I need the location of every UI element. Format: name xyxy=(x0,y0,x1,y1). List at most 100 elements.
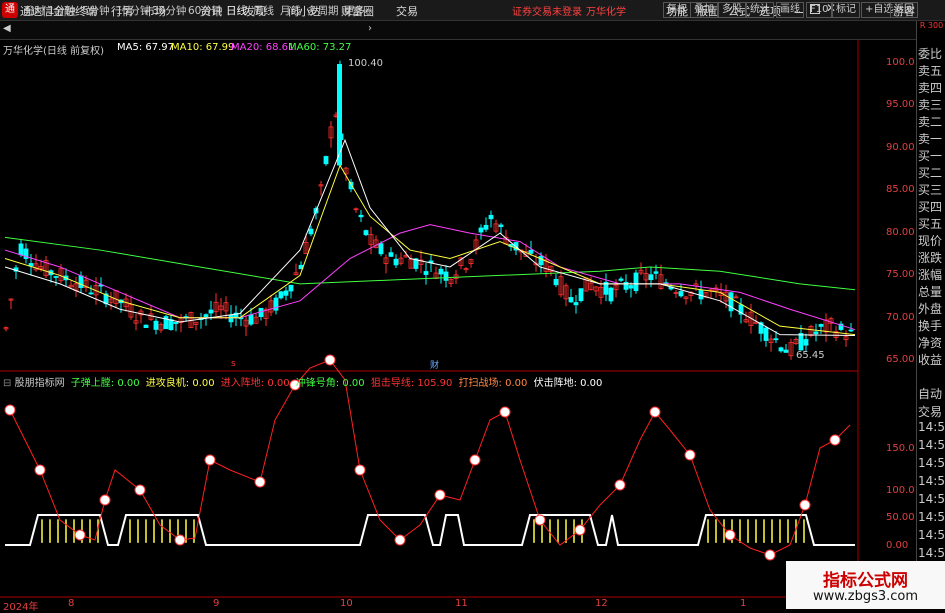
period-15min[interactable]: 15分钟 xyxy=(116,3,150,18)
stats-button[interactable]: 统计 xyxy=(746,2,774,18)
plus-marker xyxy=(254,476,266,488)
price-tick: 70.00 xyxy=(886,312,915,323)
candle-body xyxy=(778,347,784,352)
plus-marker xyxy=(799,499,811,511)
candle-body xyxy=(568,297,574,303)
period-5min[interactable]: 5分钟 xyxy=(82,3,110,18)
plus-marker xyxy=(684,449,696,461)
plus-marker xyxy=(354,464,366,476)
date-label: 12 xyxy=(595,598,608,609)
candle-body xyxy=(698,289,704,300)
adjust-button[interactable]: 复权 xyxy=(663,2,691,18)
overlay-button[interactable]: 叠加 xyxy=(690,2,718,18)
period-intraday[interactable]: 分时 xyxy=(24,3,45,18)
candle-body xyxy=(478,227,484,233)
candle-body xyxy=(53,276,59,278)
indicator-tick: 50.00 xyxy=(886,512,915,523)
candle-body xyxy=(763,327,769,341)
indicator-name[interactable]: 股朋指标网 xyxy=(15,378,65,389)
candle-body xyxy=(153,320,159,330)
indicator-tick: 0.00 xyxy=(886,540,909,551)
candle-body xyxy=(18,243,24,256)
period-more[interactable]: 更多 xyxy=(344,3,365,18)
period-weekly[interactable]: 周线 xyxy=(253,3,274,18)
candle-body xyxy=(798,333,804,351)
back-arrow-icon[interactable]: ◀ xyxy=(3,23,11,34)
candle-body xyxy=(498,224,504,227)
candle-body xyxy=(783,349,789,353)
panel-time: 14:56 xyxy=(918,510,945,524)
period-1min[interactable]: 1分钟 xyxy=(48,3,76,18)
candle-body xyxy=(618,278,624,281)
period-30min[interactable]: 30分钟 xyxy=(152,3,186,18)
mark-button[interactable]: 标记 xyxy=(832,2,860,18)
panel-time: 14:56 xyxy=(918,492,945,506)
login-status[interactable]: 证券交易未登录 xyxy=(512,3,582,18)
candle-body xyxy=(173,321,179,324)
period-monthly[interactable]: 月线 xyxy=(280,3,301,18)
panel-time: 14:56 xyxy=(918,420,945,434)
indicator-item-2: 进攻良机: 0.00 xyxy=(145,378,215,389)
candle-body xyxy=(363,230,369,236)
panel-label: 交易 xyxy=(918,405,943,419)
panel-label: 涨幅 xyxy=(918,268,943,282)
panel-label: 换手 xyxy=(918,319,943,333)
plus-marker xyxy=(394,534,406,546)
candle-body xyxy=(803,339,809,346)
multi-stock-button[interactable]: 多股 xyxy=(718,2,746,18)
app-logo-icon: 通 xyxy=(2,2,18,18)
panel-time: 14:56 xyxy=(918,456,945,470)
panel-time: 14:56 xyxy=(918,528,945,542)
period-daily[interactable]: 日线 xyxy=(226,3,247,18)
event-marker-finance[interactable]: 财 xyxy=(430,358,439,371)
indicator-item-1: 子弹上膛: 0.00 xyxy=(70,378,140,389)
settings-icon[interactable]: ⊟ xyxy=(3,378,11,389)
indicator-header: ⊟ 股朋指标网 子弹上膛: 0.00 进攻良机: 0.00 进入阵地: 0.00… xyxy=(3,374,602,389)
panel-label: 买三 xyxy=(918,183,943,197)
panel-badge: R 300 xyxy=(919,21,944,30)
draw-button[interactable]: 画线 xyxy=(776,2,804,18)
chart-canvas[interactable] xyxy=(0,40,916,610)
plus-marker xyxy=(174,534,186,546)
plus-marker xyxy=(469,454,481,466)
panel-label: 收益 xyxy=(918,353,943,367)
candle-body xyxy=(423,271,429,275)
candle-body xyxy=(288,284,294,292)
candle-body xyxy=(323,156,329,165)
candle-body xyxy=(388,252,394,257)
ma60-line xyxy=(4,236,856,291)
candle-body xyxy=(573,302,579,306)
plus-marker xyxy=(34,464,46,476)
chevron-right-icon[interactable]: › xyxy=(368,23,372,34)
candle-body xyxy=(248,314,254,325)
menu-item-trade[interactable]: 交易 xyxy=(396,3,418,19)
period-multi[interactable]: 多周期 xyxy=(307,3,339,18)
candle-body xyxy=(283,290,289,296)
candle-body xyxy=(528,249,534,254)
low-price-label: 65.45 xyxy=(796,350,825,361)
event-marker-s[interactable]: s xyxy=(231,359,236,369)
period-toolbar xyxy=(0,21,916,40)
plus-marker xyxy=(324,354,336,366)
date-label: 10 xyxy=(340,598,353,609)
candle-body xyxy=(308,228,314,235)
panel-label: 总量 xyxy=(918,285,943,299)
plus-marker xyxy=(74,529,86,541)
return-button[interactable]: 返回 xyxy=(890,2,918,18)
panel-label: 买二 xyxy=(918,166,943,180)
date-label: 8 xyxy=(68,598,75,609)
panel-time: 14:56 xyxy=(918,474,945,488)
price-tick: 90.00 xyxy=(886,142,915,153)
f10-button[interactable]: F10 xyxy=(806,2,833,18)
period-60min[interactable]: 60分钟 xyxy=(188,3,222,18)
date-label: 11 xyxy=(455,598,468,609)
candle-body xyxy=(608,287,614,302)
plus-marker xyxy=(574,524,586,536)
indicator-item-5: 狙击导线: 105.90 xyxy=(370,378,453,389)
ma10-line xyxy=(4,164,856,336)
price-tick: 80.00 xyxy=(886,227,915,238)
candle-body xyxy=(208,309,214,314)
indicator-tick: 150.0 xyxy=(886,443,915,454)
candle-body xyxy=(848,329,854,332)
panel-label: 净资 xyxy=(918,336,943,350)
